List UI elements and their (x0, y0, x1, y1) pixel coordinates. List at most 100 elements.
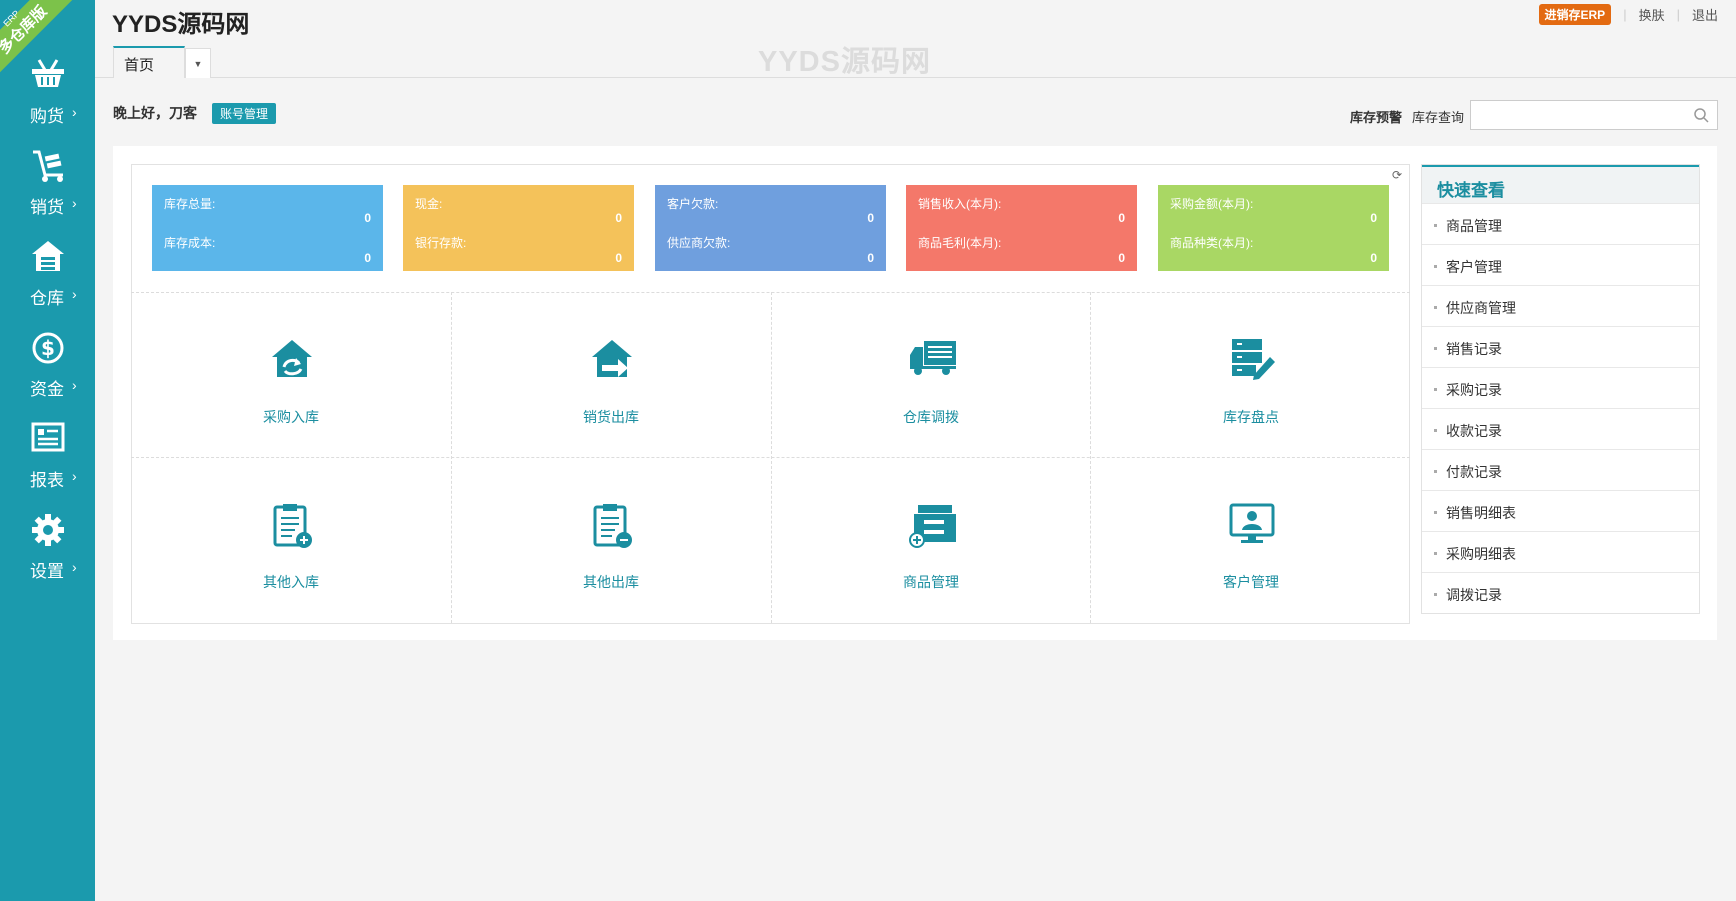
sidebar-item-reports[interactable]: 报表 › (0, 422, 95, 502)
quick-item-products[interactable]: 商品管理 (1422, 203, 1699, 244)
stat-value: 0 (615, 251, 622, 265)
sidebar-item-label: 仓库 (30, 289, 64, 308)
chevron-right-icon: › (72, 104, 77, 120)
inventory-check-icon (1232, 339, 1275, 380)
gear-icon (31, 514, 64, 546)
warehouse-icon (31, 241, 64, 271)
tile-label: 其他入库 (263, 574, 319, 590)
sidebar-item-settings[interactable]: 设置 › (0, 513, 95, 593)
tile-other-out[interactable]: 其他出库 (451, 458, 771, 622)
svg-text:$: $ (41, 336, 55, 360)
truck-icon (910, 341, 956, 375)
basket-icon (31, 59, 64, 87)
chevron-right-icon: › (72, 377, 77, 393)
quick-item-payment-records[interactable]: 付款记录 (1422, 449, 1699, 490)
quick-item-customers[interactable]: 客户管理 (1422, 244, 1699, 285)
quick-item-sales-details[interactable]: 销售明细表 (1422, 490, 1699, 531)
stat-value: 0 (364, 211, 371, 225)
sidebar-item-purchase[interactable]: 购货 › (0, 58, 95, 138)
tab-bar (95, 77, 1736, 78)
logout-link[interactable]: 退出 (1692, 5, 1718, 24)
tile-other-in[interactable]: 其他入库 (131, 458, 451, 622)
tile-inventory-check[interactable]: 库存盘点 (1091, 293, 1411, 457)
tile-label: 客户管理 (1223, 574, 1279, 590)
stock-search-box (1470, 100, 1718, 130)
stat-label: 客户欠款: (667, 197, 719, 211)
tile-label: 库存盘点 (1223, 409, 1279, 425)
sidebar-item-label: 资金 (30, 380, 64, 399)
sidebar: ERP 多仓库版 购货 › 销货 › 仓库 › $ 资金 › 报表 › 设置 › (0, 0, 95, 901)
quick-item-purchase-records[interactable]: 采购记录 (1422, 367, 1699, 408)
stat-value: 0 (364, 251, 371, 265)
stat-label: 销售收入(本月): (918, 197, 1002, 211)
stat-label: 采购金额(本月): (1170, 197, 1254, 211)
stat-card-cash: 现金: 0 银行存款: 0 (403, 185, 634, 271)
tile-label: 销货出库 (583, 409, 639, 425)
tab-home[interactable]: 首页 (113, 46, 185, 78)
sidebar-item-warehouse[interactable]: 仓库 › (0, 240, 95, 320)
stock-search-input[interactable] (1471, 101, 1671, 129)
sidebar-item-label: 报表 (30, 471, 64, 490)
stat-value: 0 (1118, 211, 1125, 225)
report-icon (31, 422, 64, 452)
tile-label: 采购入库 (263, 409, 319, 425)
stat-label: 库存成本: (164, 236, 216, 250)
erp-badge[interactable]: 进销存ERP (1538, 4, 1612, 25)
quick-view-panel: 快速查看 商品管理 客户管理 供应商管理 销售记录 采购记录 收款记录 付款记录… (1421, 164, 1700, 614)
stat-card-sales: 销售收入(本月): 0 商品毛利(本月): 0 (906, 185, 1137, 271)
stat-card-inventory: 库存总量: 0 库存成本: 0 (152, 185, 383, 271)
stat-label: 商品种类(本月): (1170, 236, 1254, 250)
stat-value: 0 (867, 251, 874, 265)
quick-item-sales-records[interactable]: 销售记录 (1422, 326, 1699, 367)
tile-customer-manage[interactable]: 客户管理 (1091, 458, 1411, 622)
sidebar-item-label: 销货 (30, 198, 64, 217)
greeting-text: 晚上好，刀客 (113, 105, 197, 121)
stock-query-label: 库存查询 (1412, 110, 1465, 125)
dollar-icon: $ (32, 332, 63, 364)
top-links: 进销存ERP | 换肤 | 退出 (1538, 4, 1718, 25)
tile-purchase-in[interactable]: 采购入库 (131, 293, 451, 457)
quick-view-title: 快速查看 (1422, 165, 1699, 203)
stat-card-debts: 客户欠款: 0 供应商欠款: 0 (655, 185, 886, 271)
sidebar-item-label: 设置 (30, 562, 64, 581)
stat-card-purchases: 采购金额(本月): 0 商品种类(本月): 0 (1158, 185, 1389, 271)
clipboard-out-icon (593, 504, 632, 548)
separator: | (1676, 7, 1680, 22)
tile-label: 其他出库 (583, 574, 639, 590)
chevron-right-icon: › (72, 468, 77, 484)
search-icon[interactable] (1694, 108, 1709, 123)
customer-monitor-icon (1229, 503, 1275, 543)
quick-item-transfer-records[interactable]: 调拨记录 (1422, 572, 1699, 613)
watermark: YYDS源码网 (758, 46, 931, 78)
tile-label: 仓库调拨 (903, 409, 959, 425)
purchase-in-icon (272, 340, 312, 377)
quick-item-purchase-details[interactable]: 采购明细表 (1422, 531, 1699, 572)
skin-link[interactable]: 换肤 (1639, 5, 1665, 24)
stock-warning-link[interactable]: 库存预警 (1350, 107, 1402, 126)
stat-label: 银行存款: (415, 236, 467, 250)
hand-truck-icon (32, 150, 63, 182)
stat-label: 库存总量: (164, 197, 216, 211)
tile-warehouse-transfer[interactable]: 仓库调拨 (771, 293, 1091, 457)
stat-value: 0 (1118, 251, 1125, 265)
clipboard-in-icon (273, 504, 312, 548)
app-title: YYDS源码网 (112, 11, 250, 38)
stat-label: 现金: (415, 197, 443, 211)
account-manage-button[interactable]: 账号管理 (212, 103, 277, 124)
tile-label: 商品管理 (903, 574, 959, 590)
tile-sales-out[interactable]: 销货出库 (451, 293, 771, 457)
sidebar-item-label: 购货 (30, 107, 64, 126)
chevron-right-icon: › (72, 559, 77, 575)
chevron-right-icon: › (72, 286, 77, 302)
quick-item-suppliers[interactable]: 供应商管理 (1422, 285, 1699, 326)
sidebar-item-sales[interactable]: 销货 › (0, 149, 95, 229)
tile-product-manage[interactable]: 商品管理 (771, 458, 1091, 622)
sidebar-item-funds[interactable]: $ 资金 › (0, 331, 95, 411)
stat-label: 商品毛利(本月): (918, 236, 1002, 250)
quick-item-receipt-records[interactable]: 收款记录 (1422, 408, 1699, 449)
stat-value: 0 (867, 211, 874, 225)
tab-dropdown-button[interactable]: ▼ (185, 48, 211, 78)
chevron-right-icon: › (72, 195, 77, 211)
refresh-icon[interactable]: ⟳ (1392, 168, 1402, 182)
separator: | (1623, 7, 1627, 22)
